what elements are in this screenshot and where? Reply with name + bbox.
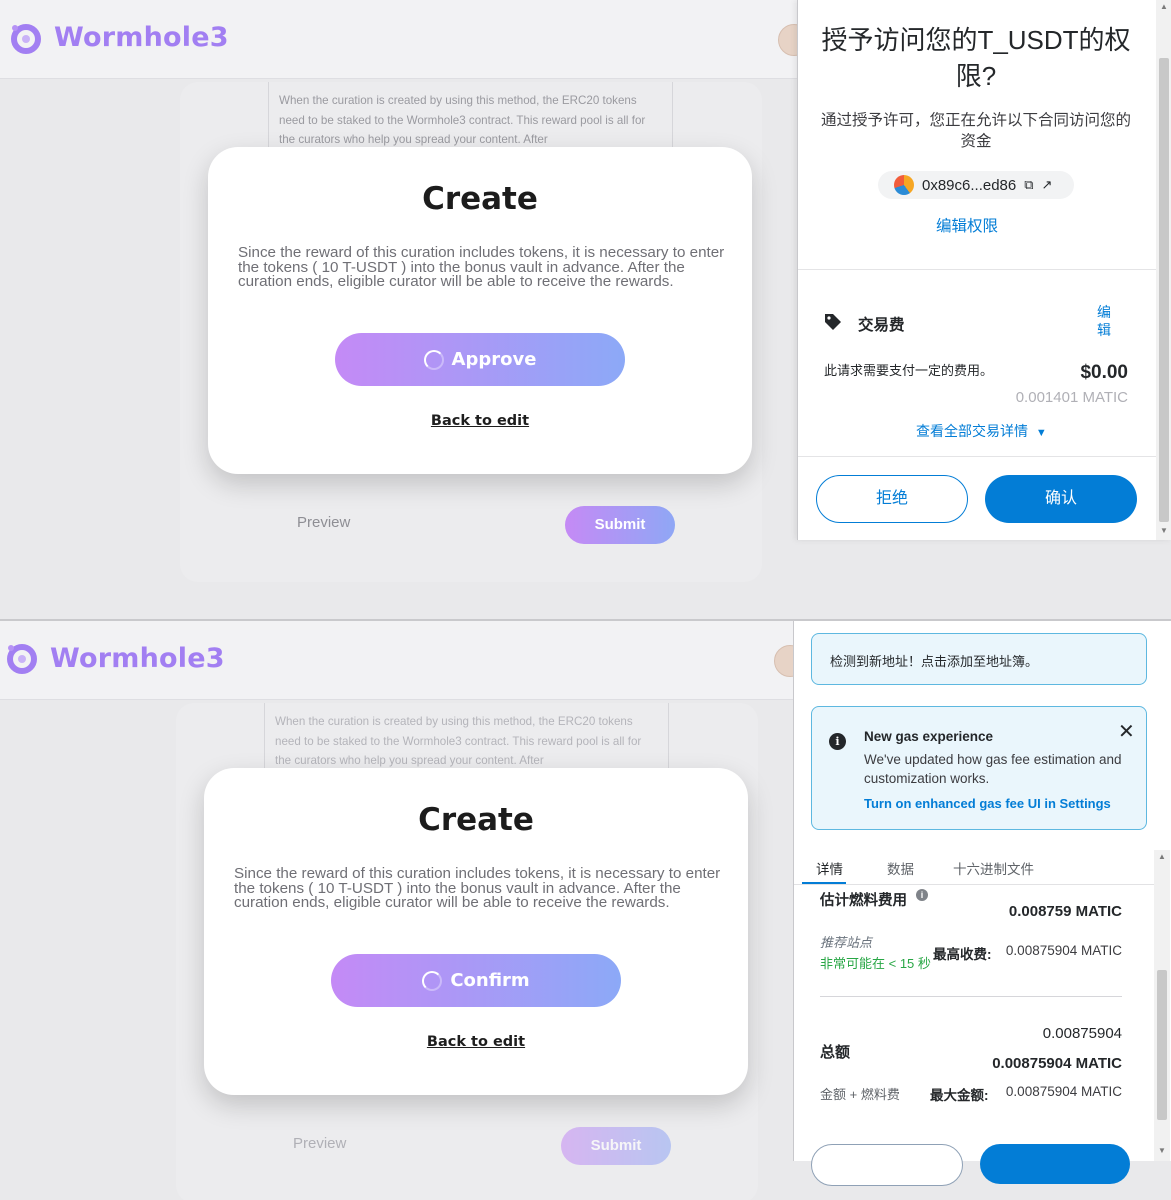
gas-banner-title: New gas experience xyxy=(864,729,994,744)
likely-time: 非常可能在 < 15 秒 xyxy=(820,956,931,971)
amount-plus-gas-label: 金额 + 燃料费 xyxy=(820,1087,900,1102)
estimated-gas-label: 估计燃料费用 xyxy=(820,893,907,909)
max-amount-value: 0.00875904 MATIC xyxy=(1005,1084,1122,1099)
info-icon: i xyxy=(829,733,846,750)
app-header: Wormhole3 xyxy=(0,0,810,79)
metamask-approval-popup: 授予访问您的T_USDT的权限? 通过授予许可，您正在允许以下合同访问您的资金 … xyxy=(797,0,1171,540)
copy-icon[interactable]: ⧉ xyxy=(1024,177,1033,193)
total-amount-small: 0.00875904 xyxy=(1042,1025,1122,1042)
recommended-site: 推荐站点 xyxy=(820,935,873,950)
app-header: Wormhole3 xyxy=(0,621,806,700)
scroll-up-icon[interactable]: ▲ xyxy=(1160,2,1168,11)
back-to-edit-link[interactable]: Back to edit xyxy=(204,1034,748,1050)
estimated-gas-value: 0.008759 MATIC xyxy=(1008,903,1122,920)
scroll-down-icon[interactable]: ▼ xyxy=(1158,1146,1166,1155)
address-identicon-icon xyxy=(894,175,914,195)
scroll-thumb[interactable] xyxy=(1157,970,1167,1120)
edit-permission-link[interactable]: 编辑权限 xyxy=(936,214,998,236)
close-icon[interactable]: ✕ xyxy=(1118,719,1135,744)
fee-matic: 0.001401 MATIC xyxy=(1015,389,1128,406)
app-logo-text: Wormhole3 xyxy=(54,22,229,53)
max-fee-label: 最高收费: xyxy=(933,947,992,962)
fee-label: 交易费 xyxy=(858,317,905,334)
back-to-edit-link[interactable]: Back to edit xyxy=(208,413,752,429)
contract-address: 0x89c6...ed86 ⧉ ↗ xyxy=(878,171,1074,199)
tag-icon xyxy=(825,314,841,330)
scrollbar[interactable]: ▲ ▼ xyxy=(1156,0,1171,540)
fee-description: 此请求需要支付一定的费用。 xyxy=(824,363,994,378)
curation-description: When the curation is created by using th… xyxy=(264,703,669,769)
metamask-confirm-popup: 检测到新地址！点击添加至地址簿。 i New gas experience We… xyxy=(793,621,1171,1186)
scrollbar[interactable]: ▲ ▼ xyxy=(1154,850,1170,1161)
gas-experience-banner: i New gas experience We've updated how g… xyxy=(811,706,1147,830)
modal-title: Create xyxy=(422,181,538,217)
total-label: 总额 xyxy=(820,1044,851,1061)
confirm-button[interactable]: 确认 xyxy=(985,475,1137,523)
spinner-icon xyxy=(423,349,444,370)
approval-subtitle: 通过授予许可，您正在允许以下合同访问您的资金 xyxy=(820,112,1131,150)
caret-down-icon: ▼ xyxy=(1035,427,1047,439)
app-logo-text: Wormhole3 xyxy=(50,643,225,674)
confirm-button[interactable] xyxy=(980,1144,1130,1184)
max-fee-value: 0.00875904 MATIC xyxy=(1005,943,1122,958)
tab-bar: 详情 数据 十六进制文件 xyxy=(794,850,1154,885)
logo-icon xyxy=(11,24,41,54)
active-tab-indicator xyxy=(802,882,846,884)
approve-button[interactable]: Approve xyxy=(335,333,625,386)
total-value: 0.00875904 MATIC xyxy=(992,1055,1122,1072)
divider xyxy=(820,996,1122,997)
logo-icon xyxy=(7,644,37,674)
tab-data[interactable]: 数据 xyxy=(887,858,914,878)
screenshot-approve: Wormhole3 When the curation is created b… xyxy=(0,0,1171,620)
approve-label: Approve xyxy=(451,349,537,370)
info-icon[interactable]: i xyxy=(916,889,928,901)
preview-button[interactable]: Preview xyxy=(293,1135,346,1152)
fee-edit-link[interactable]: 编辑 xyxy=(1096,303,1112,339)
gas-settings-link[interactable]: Turn on enhanced gas fee UI in Settings xyxy=(864,796,1111,811)
new-address-notice[interactable]: 检测到新地址！点击添加至地址簿。 xyxy=(811,633,1147,685)
spinner-icon xyxy=(422,970,443,991)
confirm-button[interactable]: Confirm xyxy=(331,954,621,1007)
modal-title: Create xyxy=(418,802,534,838)
reject-button[interactable] xyxy=(811,1144,963,1186)
address-text: 0x89c6...ed86 xyxy=(922,176,1017,194)
view-details-link[interactable]: 查看全部交易详情 ▼ xyxy=(916,421,1047,441)
submit-button[interactable]: Submit xyxy=(565,506,675,544)
modal-body: Since the reward of this curation includ… xyxy=(238,244,725,291)
gas-banner-body: We've updated how gas fee estimation and… xyxy=(864,752,1122,786)
curation-description: When the curation is created by using th… xyxy=(268,82,673,148)
modal-body: Since the reward of this curation includ… xyxy=(234,865,721,912)
tab-details[interactable]: 详情 xyxy=(816,858,843,878)
open-external-icon[interactable]: ↗ xyxy=(1042,177,1053,193)
tab-hex[interactable]: 十六进制文件 xyxy=(953,858,1034,878)
divider xyxy=(798,269,1158,270)
create-modal: Create Since the reward of this curation… xyxy=(204,768,748,1095)
screenshot-confirm: Wormhole3 When the curation is created b… xyxy=(0,621,1171,1200)
divider xyxy=(798,456,1158,457)
confirm-label: Confirm xyxy=(450,970,530,991)
preview-button[interactable]: Preview xyxy=(297,514,350,531)
create-modal: Create Since the reward of this curation… xyxy=(208,147,752,474)
scroll-up-icon[interactable]: ▲ xyxy=(1158,852,1166,861)
scroll-thumb[interactable] xyxy=(1159,58,1169,522)
max-amount-label: 最大金额: xyxy=(930,1088,989,1103)
reject-button[interactable]: 拒绝 xyxy=(816,475,968,523)
view-details-label: 查看全部交易详情 xyxy=(916,423,1028,439)
fee-usd: $0.00 xyxy=(1080,362,1128,383)
approval-title: 授予访问您的T_USDT的权限? xyxy=(821,25,1131,91)
scroll-down-icon[interactable]: ▼ xyxy=(1160,526,1168,535)
submit-button[interactable]: Submit xyxy=(561,1127,671,1165)
